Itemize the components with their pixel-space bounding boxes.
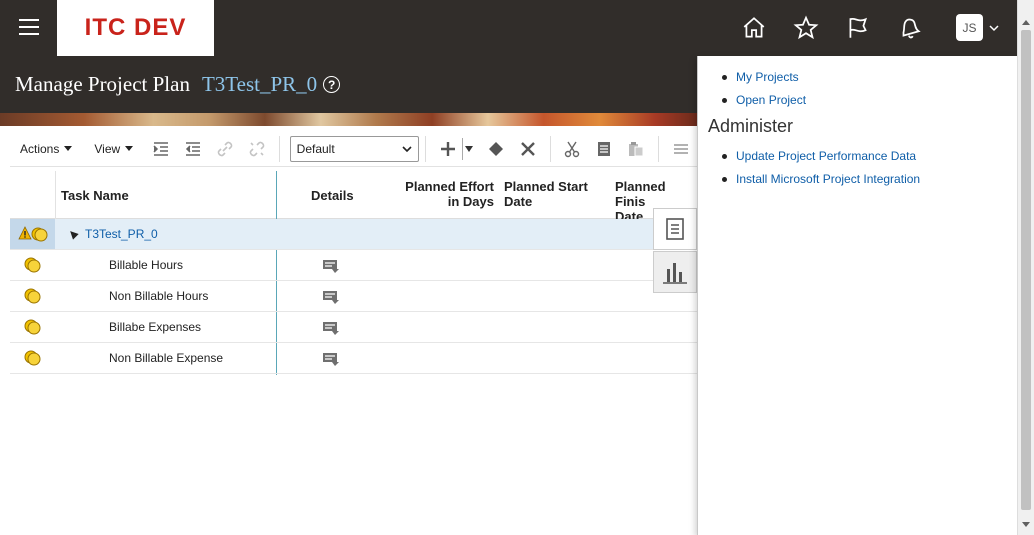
view-select-value: Default: [296, 141, 335, 156]
cut-icon[interactable]: [562, 138, 584, 160]
delete-icon[interactable]: [517, 138, 539, 160]
app-root: ITC DEV JS Manage Project Plan T3Test_PR…: [0, 0, 1034, 535]
open-project-link[interactable]: Open Project: [722, 93, 1017, 107]
view-label: View: [94, 141, 121, 156]
view-menu[interactable]: View: [94, 141, 134, 156]
page-scrollbar[interactable]: [1017, 0, 1034, 535]
panel-links-admin: Update Project Performance Data Install …: [722, 149, 1017, 186]
scroll-thumb[interactable]: [1021, 30, 1031, 510]
divider: [424, 135, 426, 162]
update-performance-link[interactable]: Update Project Performance Data: [722, 149, 1017, 163]
toolbar: Actions View Default: [10, 131, 697, 167]
column-details[interactable]: Details: [311, 188, 354, 203]
link-icon[interactable]: [214, 138, 236, 160]
divider: [549, 135, 551, 162]
details-icon[interactable]: [322, 320, 340, 336]
home-icon[interactable]: [741, 15, 767, 41]
avatar-initials: JS: [962, 20, 977, 35]
banner-image: [0, 113, 697, 126]
task-name[interactable]: Non Billable Expense: [109, 351, 223, 365]
divider: [278, 135, 280, 162]
panel-links-top: My Projects Open Project: [722, 70, 1017, 107]
bar-chart-icon: [663, 263, 687, 284]
details-icon[interactable]: [322, 289, 340, 305]
flag-icon[interactable]: [845, 15, 871, 41]
avatar[interactable]: JS: [956, 14, 983, 41]
status-cell: [10, 219, 55, 249]
add-icon[interactable]: [437, 138, 459, 160]
unlink-icon[interactable]: [246, 138, 268, 160]
divider: [658, 135, 660, 162]
milestone-icon[interactable]: [485, 138, 507, 160]
task-grid: Task Name Details Planned Effort in Days…: [10, 171, 697, 375]
column-divider: [55, 171, 56, 219]
logo-text: ITC DEV: [84, 14, 187, 41]
table-row[interactable]: Billabe Expenses: [10, 312, 697, 343]
indent-icon[interactable]: [150, 138, 172, 160]
my-projects-link[interactable]: My Projects: [722, 70, 1017, 84]
task-name[interactable]: Billabe Expenses: [109, 320, 201, 334]
table-row[interactable]: Billable Hours: [10, 250, 697, 281]
coins-icon: [24, 319, 40, 335]
navigator-panel: My Projects Open Project Administer Upda…: [697, 56, 1017, 535]
title-row: Manage Project Plan T3Test_PR_0 ?: [15, 72, 341, 97]
page-title: Manage Project Plan: [15, 72, 190, 96]
details-icon[interactable]: [322, 351, 340, 367]
chevron-down-icon: [402, 145, 412, 152]
scroll-down-icon[interactable]: [1022, 522, 1030, 527]
column-task-name[interactable]: Task Name: [61, 188, 129, 203]
star-icon[interactable]: [793, 15, 819, 41]
paste-icon[interactable]: [625, 138, 647, 160]
side-tab-document[interactable]: [653, 208, 697, 250]
table-row[interactable]: Non Billable Hours: [10, 281, 697, 312]
column-planned-start[interactable]: Planned Start Date: [504, 179, 588, 209]
grid-header: Task Name Details Planned Effort in Days…: [10, 171, 697, 375]
task-name-link[interactable]: T3Test_PR_0: [85, 227, 158, 241]
details-icon[interactable]: [322, 258, 340, 274]
task-name[interactable]: Non Billable Hours: [109, 289, 208, 303]
side-tab-chart[interactable]: [653, 251, 697, 293]
copy-icon[interactable]: [593, 138, 615, 160]
caret-down-icon: [125, 146, 134, 151]
caret-down-icon: [64, 146, 73, 151]
column-planned-start-line2: Date: [504, 194, 533, 209]
bell-icon[interactable]: [897, 15, 923, 41]
status-cell: [10, 312, 55, 342]
column-planned-finish-line1: Planned Finis: [615, 179, 666, 209]
outdent-icon[interactable]: [182, 138, 204, 160]
status-cell: [10, 281, 55, 311]
actions-menu[interactable]: Actions: [20, 141, 73, 156]
column-planned-start-line1: Planned Start: [504, 179, 588, 194]
column-planned-effort-line2: in Days: [447, 194, 494, 209]
column-planned-effort[interactable]: Planned Effort in Days: [404, 179, 494, 209]
help-icon[interactable]: ?: [323, 76, 341, 93]
task-name[interactable]: Billable Hours: [109, 258, 183, 272]
actions-label: Actions: [20, 141, 60, 156]
install-msp-integration-link[interactable]: Install Microsoft Project Integration: [722, 172, 1017, 186]
project-name[interactable]: T3Test_PR_0: [202, 72, 317, 97]
column-planned-effort-line1: Planned Effort: [405, 179, 494, 194]
coins-icon: [24, 257, 40, 273]
menu-icon[interactable]: [19, 19, 39, 37]
coins-icon: [24, 350, 40, 366]
status-cell: [10, 343, 55, 373]
scroll-up-icon[interactable]: [1022, 20, 1030, 25]
document-icon: [666, 218, 684, 240]
logo[interactable]: ITC DEV: [57, 0, 214, 56]
view-select[interactable]: Default: [289, 135, 419, 162]
panel-section-title: Administer: [708, 116, 794, 136]
collapse-triangle-icon[interactable]: [67, 228, 79, 240]
add-dropdown-icon[interactable]: [461, 137, 476, 160]
chevron-down-icon[interactable]: [988, 22, 1000, 34]
table-row[interactable]: T3Test_PR_0: [10, 219, 697, 250]
table-row[interactable]: Non Billable Expense: [10, 343, 697, 374]
more-icon[interactable]: [670, 138, 692, 160]
coins-icon: [24, 288, 40, 304]
status-cell: [10, 250, 55, 280]
warning-coins-icon: [17, 226, 47, 242]
